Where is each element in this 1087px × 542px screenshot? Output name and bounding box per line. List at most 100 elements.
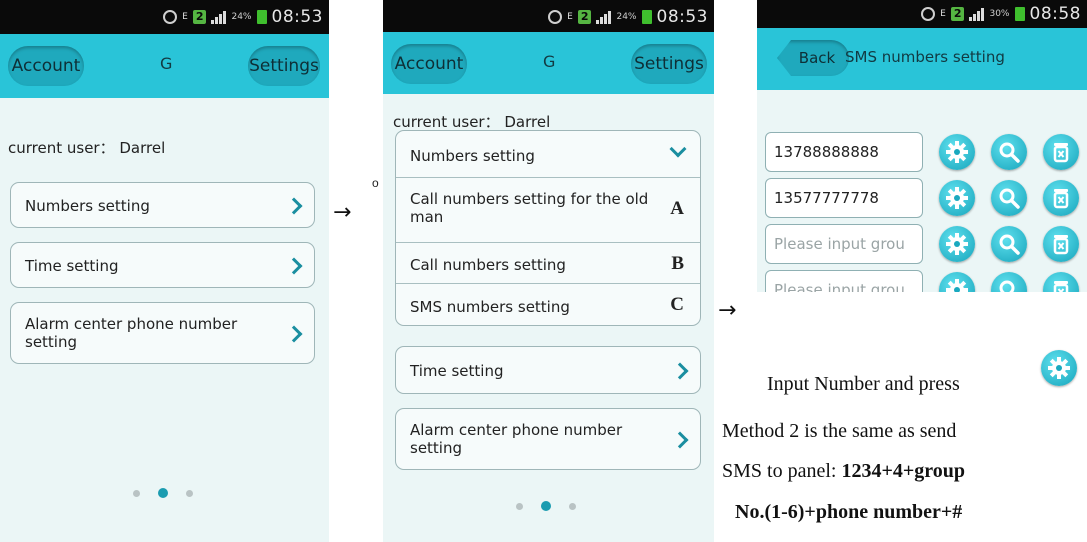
menu-label: Numbers setting: [410, 147, 535, 165]
phone-number-field[interactable]: Please input grou: [765, 270, 923, 292]
battery-percent: 30%: [989, 9, 1010, 19]
clock: 08:53: [656, 7, 708, 27]
alarm-icon: [921, 7, 936, 21]
sim-icon: E: [182, 11, 188, 22]
settings-gear-button[interactable]: [939, 180, 975, 216]
header-title: G: [160, 54, 173, 73]
sim-2-badge: 2: [577, 10, 592, 24]
account-button[interactable]: Account: [8, 46, 84, 86]
menu-label: Time setting: [25, 257, 119, 275]
page-indicator: [133, 488, 193, 498]
caption-text: SMS to panel:: [722, 460, 842, 482]
submenu-call-numbers[interactable]: Call numbers setting B: [396, 243, 700, 283]
menu-label: Alarm center phone number setting: [410, 421, 623, 457]
page-indicator: [516, 501, 576, 511]
phone-number-field[interactable]: 13577777778: [765, 178, 923, 218]
settings-gear-button[interactable]: [939, 226, 975, 262]
sim-2-badge: 2: [950, 7, 965, 21]
clock: 08:53: [271, 7, 323, 27]
battery-icon: [1014, 7, 1025, 21]
signal-icon: [596, 10, 612, 24]
menu-time-setting[interactable]: Time setting: [395, 346, 701, 394]
settings-gear-button[interactable]: [939, 134, 975, 170]
page-dot-active[interactable]: [158, 488, 168, 498]
chevron-right-icon: [285, 325, 303, 343]
search-button[interactable]: [991, 134, 1027, 170]
caption-command: 1234+4+group: [841, 460, 966, 482]
battery-icon: [256, 10, 267, 24]
clock: 08:58: [1029, 4, 1081, 24]
caption-line-3: SMS to panel: 1234+4+group: [722, 460, 965, 483]
page-dot[interactable]: [186, 489, 193, 497]
chevron-right-icon: [285, 197, 303, 215]
menu-alarm-center-setting[interactable]: Alarm center phone number setting: [10, 302, 315, 364]
sim-icon: E: [940, 8, 946, 19]
settings-button[interactable]: Settings: [248, 46, 320, 86]
caption-line-1: Input Number and press: [767, 373, 960, 396]
annotation-letter: C: [670, 294, 684, 315]
settings-gear-button[interactable]: [939, 272, 975, 292]
signal-icon: [969, 7, 985, 21]
menu-alarm-center-setting[interactable]: Alarm center phone number setting: [395, 408, 701, 470]
header-title: G: [543, 52, 556, 71]
annotation-letter: B: [671, 253, 684, 274]
search-button[interactable]: [991, 272, 1027, 292]
delete-button[interactable]: [1043, 180, 1079, 216]
submenu-label: Call numbers setting for the old man: [410, 190, 649, 226]
flow-arrow: →: [333, 200, 352, 225]
delete-button[interactable]: [1043, 226, 1079, 262]
phone-number-field[interactable]: Please input grou: [765, 224, 923, 264]
settings-button[interactable]: Settings: [631, 44, 707, 84]
alarm-icon: [548, 10, 563, 24]
page-dot[interactable]: [516, 502, 523, 510]
numbers-setting-expanded: Numbers setting Call numbers setting for…: [395, 130, 701, 326]
flow-arrow: →: [718, 298, 737, 323]
menu-label: Alarm center phone number setting: [25, 315, 238, 351]
left-fragment: o: [372, 176, 379, 190]
app-header: Account G Settings: [0, 34, 329, 98]
caption-line-2: Method 2 is the same as send: [722, 420, 957, 442]
caption-command: No.(1-6)+phone number+#: [735, 501, 963, 523]
account-button[interactable]: Account: [391, 44, 467, 84]
back-button[interactable]: Back: [777, 40, 849, 76]
phone-screen-numbers-menu: E 2 24% 08:53 Account G Settings current…: [383, 0, 714, 542]
menu-label: Time setting: [410, 362, 504, 380]
chevron-down-icon: [669, 140, 687, 158]
delete-button[interactable]: [1043, 134, 1079, 170]
current-user-label: current user： Darrel: [8, 139, 166, 157]
caption-text: Input Number and press: [767, 373, 960, 395]
submenu-call-old-man[interactable]: Call numbers setting for the old man A: [396, 178, 700, 242]
current-user-label: current user： Darrel: [393, 113, 551, 131]
gear-icon: [1041, 350, 1077, 386]
search-button[interactable]: [991, 226, 1027, 262]
battery-percent: 24%: [231, 12, 252, 22]
status-bar: E 2 30% 08:58: [757, 0, 1087, 28]
app-header: Account G Settings: [383, 32, 714, 94]
submenu-label: SMS numbers setting: [410, 298, 570, 316]
menu-label: Numbers setting: [25, 197, 150, 215]
alarm-icon: [163, 10, 178, 24]
phone-screen-sms-numbers: E 2 30% 08:58 Back SMS numbers setting 1…: [757, 0, 1087, 292]
signal-icon: [211, 10, 227, 24]
chevron-right-icon: [671, 362, 689, 380]
chevron-right-icon: [671, 431, 689, 449]
page-dot[interactable]: [569, 502, 576, 510]
status-bar: E 2 24% 08:53: [383, 0, 714, 34]
numbers-setting-header[interactable]: Numbers setting: [396, 131, 700, 177]
app-header: Back SMS numbers setting: [757, 28, 1087, 90]
submenu-label: Call numbers setting: [410, 256, 566, 274]
chevron-right-icon: [285, 257, 303, 275]
header-title: SMS numbers setting: [845, 48, 1005, 66]
submenu-sms-numbers[interactable]: SMS numbers setting C: [396, 284, 700, 326]
delete-button[interactable]: [1043, 272, 1079, 292]
phone-number-field[interactable]: 13788888888: [765, 132, 923, 172]
menu-time-setting[interactable]: Time setting: [10, 242, 315, 288]
sim-2-badge: 2: [192, 10, 207, 24]
page-dot[interactable]: [133, 489, 140, 497]
sim-icon: E: [567, 11, 573, 22]
caption-line-4: No.(1-6)+phone number+#: [735, 501, 962, 524]
battery-percent: 24%: [616, 12, 637, 22]
page-dot-active[interactable]: [541, 501, 551, 511]
search-button[interactable]: [991, 180, 1027, 216]
menu-numbers-setting[interactable]: Numbers setting: [10, 182, 315, 228]
